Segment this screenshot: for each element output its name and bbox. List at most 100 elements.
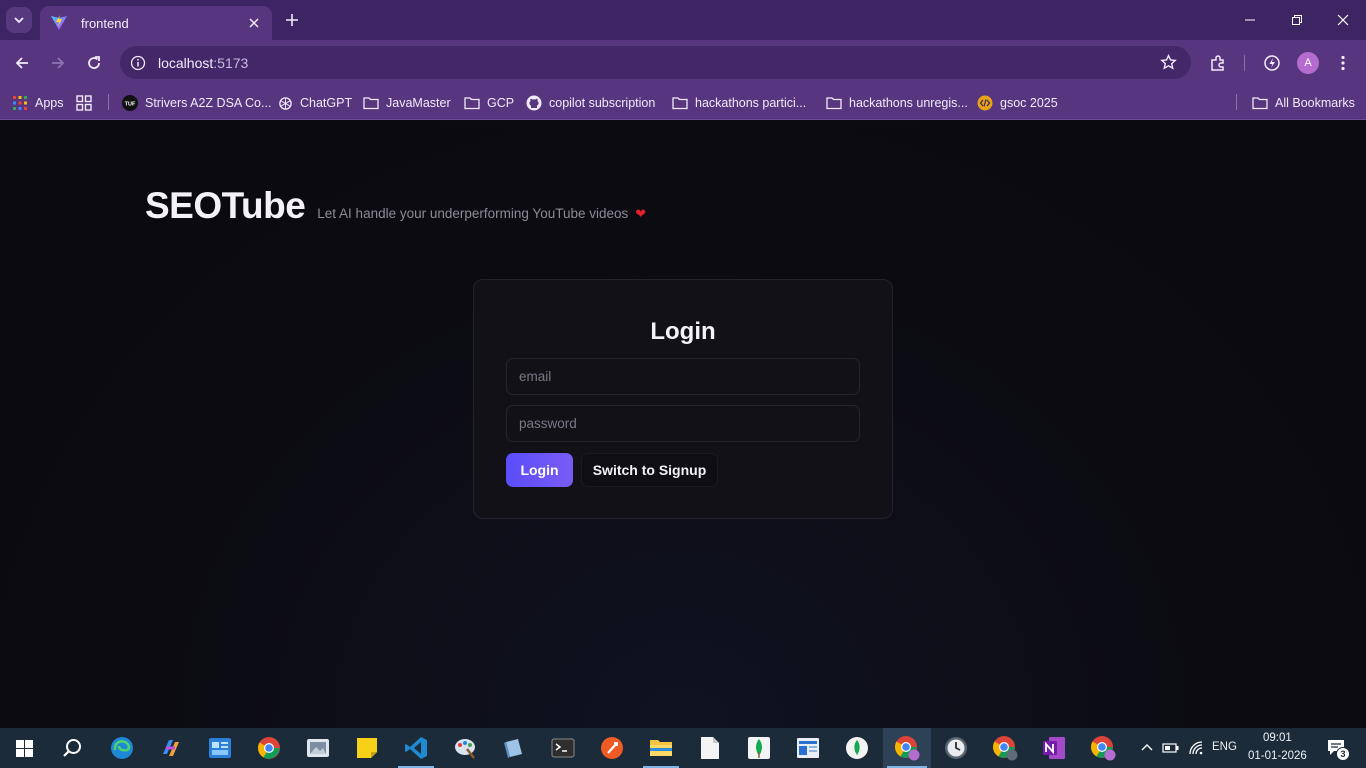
language-indicator[interactable]: ENG (1212, 741, 1237, 753)
bookmark-label: GCP (487, 96, 515, 110)
plus-icon (286, 14, 298, 26)
terminal-icon (551, 738, 575, 758)
arrow-right-icon (52, 57, 65, 69)
taskbar-terminal[interactable] (539, 728, 587, 768)
taskbar-chrome-2[interactable] (981, 728, 1029, 768)
notification-center[interactable]: 3 (1322, 738, 1352, 761)
windows-logo-icon (15, 739, 33, 757)
address-bar[interactable]: localhost:5173 (120, 46, 1191, 79)
email-input[interactable] (506, 358, 860, 395)
taskbar-app-panel[interactable] (784, 728, 832, 768)
clock-icon (945, 737, 967, 759)
show-hidden-icons[interactable] (1137, 738, 1157, 758)
bookmark-gcp[interactable]: GCP (464, 92, 514, 114)
taskbar-chrome-active[interactable] (883, 728, 931, 768)
new-tab-button[interactable] (280, 8, 304, 32)
taskbar-vscode[interactable] (392, 728, 440, 768)
taskbar-app-blue[interactable] (196, 728, 244, 768)
gsoc-icon (977, 95, 993, 111)
bookmark-hackathons-unregis[interactable]: hackathons unregis... (826, 92, 968, 114)
taskbar-clock-app[interactable] (932, 728, 980, 768)
taskbar-mongodb-compass[interactable] (735, 728, 783, 768)
tab-frontend[interactable]: frontend (40, 6, 272, 40)
taskbar-chrome-3[interactable] (1079, 728, 1127, 768)
chrome-profile-icon (993, 736, 1018, 761)
login-button[interactable]: Login (506, 453, 573, 487)
notification-count-badge: 3 (1336, 747, 1350, 761)
switch-to-signup-button[interactable]: Switch to Signup (581, 453, 718, 487)
url-text: localhost:5173 (158, 54, 249, 71)
app-panel-icon (797, 738, 819, 758)
mongodb-leaf-icon (748, 737, 770, 759)
folder-icon (464, 95, 480, 111)
folder-icon (1252, 95, 1268, 111)
bookmark-hackathons-partici[interactable]: hackathons partici... (672, 92, 806, 114)
login-card: Login Login Switch to Signup (473, 279, 893, 519)
clock-time[interactable]: 09:01 (1263, 732, 1292, 744)
close-tab-icon[interactable] (246, 15, 262, 31)
reload-button[interactable] (82, 51, 106, 75)
menu-kebab-icon[interactable] (1331, 51, 1355, 75)
chevron-up-icon (1141, 744, 1153, 751)
tab-groups-button[interactable] (76, 92, 99, 114)
restore-button[interactable] (1285, 8, 1309, 32)
taskbar-paint[interactable] (441, 728, 489, 768)
bookmark-gsoc[interactable]: gsoc 2025 (977, 92, 1058, 114)
app-tile-icon (504, 739, 522, 758)
taskbar-app-tile[interactable] (490, 728, 538, 768)
mongodb-icon (846, 737, 868, 759)
page-content: SEOTube Let AI handle your underperformi… (0, 121, 1366, 728)
bookmark-strivers[interactable]: TUF Strivers A2Z DSA Co... (122, 92, 271, 114)
taskbar-app-gray[interactable] (294, 728, 342, 768)
performance-icon[interactable] (1260, 51, 1284, 75)
reload-icon (88, 56, 100, 69)
folder-icon (650, 740, 672, 756)
clock-date[interactable]: 01-01-2026 (1248, 750, 1307, 762)
battery-icon (1162, 743, 1179, 753)
windows-taskbar: ENG 09:01 01-01-2026 3 (0, 728, 1366, 768)
all-bookmarks[interactable]: All Bookmarks (1252, 92, 1355, 114)
bookmark-star-icon[interactable] (1157, 52, 1179, 74)
tab-strip: frontend (0, 0, 1366, 40)
start-button[interactable] (0, 728, 48, 768)
wifi-indicator[interactable] (1186, 738, 1206, 758)
paint-icon (455, 739, 475, 759)
bookmark-label: copilot subscription (549, 96, 656, 110)
bookmark-label: gsoc 2025 (1000, 96, 1058, 110)
bookmark-javamaster[interactable]: JavaMaster (363, 92, 451, 114)
tab-search-button[interactable] (6, 7, 32, 33)
back-button[interactable] (10, 51, 34, 75)
chatgpt-icon (277, 95, 293, 111)
brand-tagline: Let AI handle your underperforming YouTu… (317, 206, 629, 221)
copilot-icon (163, 740, 179, 756)
taskbar-edge[interactable] (98, 728, 146, 768)
search-button[interactable] (48, 728, 96, 768)
folder-icon (826, 95, 842, 111)
taskbar-sticky-notes[interactable] (343, 728, 391, 768)
extensions-icon[interactable] (1206, 51, 1230, 75)
postman-icon (601, 737, 623, 759)
site-info-icon[interactable] (128, 53, 148, 73)
forward-button[interactable] (46, 51, 70, 75)
taskbar-chrome-1[interactable] (245, 728, 293, 768)
taskbar-file-explorer[interactable] (637, 728, 685, 768)
bookmark-apps[interactable]: Apps (12, 92, 64, 114)
taskbar-notepad[interactable] (686, 728, 734, 768)
minimize-button[interactable] (1238, 8, 1262, 32)
close-window-button[interactable] (1331, 8, 1355, 32)
profile-avatar[interactable]: A (1297, 52, 1319, 74)
taskbar-onenote[interactable] (1030, 728, 1078, 768)
arrow-left-icon (15, 57, 28, 69)
svg-text:TUF: TUF (125, 102, 136, 108)
taskbar-postman[interactable] (588, 728, 636, 768)
bookmark-separator (108, 94, 109, 110)
app-image-icon (307, 739, 329, 757)
battery-indicator[interactable] (1161, 738, 1181, 758)
bookmark-chatgpt[interactable]: ChatGPT (277, 92, 352, 114)
sticky-notes-icon (357, 738, 377, 758)
bookmark-copilot[interactable]: copilot subscription (526, 92, 655, 114)
taskbar-copilot[interactable] (147, 728, 195, 768)
search-icon (63, 739, 81, 757)
password-input[interactable] (506, 405, 860, 442)
taskbar-mongodb[interactable] (833, 728, 881, 768)
